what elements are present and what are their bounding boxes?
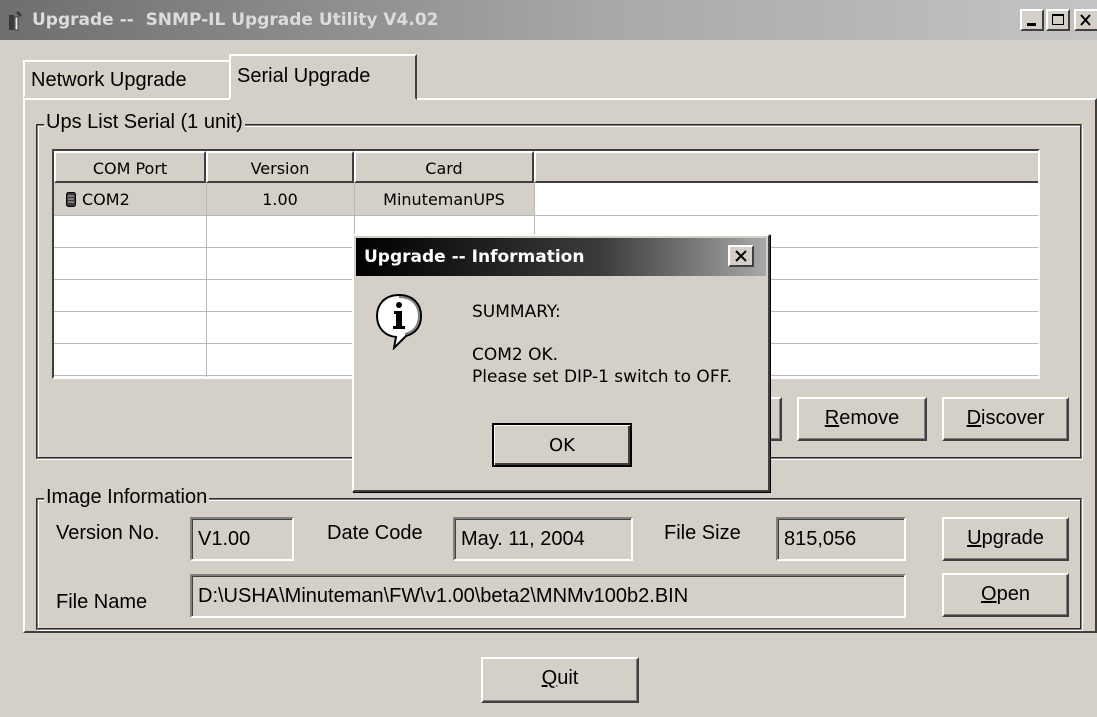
cell-card: MinutemanUPS <box>383 190 505 209</box>
image-info-group-title: Image Information <box>44 486 210 509</box>
column-header-version[interactable]: Version <box>206 151 354 183</box>
maximize-icon <box>1052 14 1064 25</box>
ok-button[interactable]: OK <box>492 423 632 467</box>
minimize-icon <box>1027 23 1036 26</box>
title-bar[interactable]: Upgrade -- SNMP-IL Upgrade Utility V4.02 <box>0 0 1097 40</box>
remove-hotkey: R <box>824 407 840 429</box>
app-icon <box>9 11 22 31</box>
quit-hotkey: Q <box>541 667 558 689</box>
discover-button[interactable]: Discover <box>942 397 1069 441</box>
remove-label: emove <box>839 407 900 429</box>
cell-version: 1.00 <box>262 190 298 209</box>
serial-device-icon <box>66 192 76 207</box>
column-header-empty[interactable] <box>534 151 1038 183</box>
upgrade-label: pgrade <box>981 527 1044 549</box>
table-row[interactable]: COM2 1.00 MinutemanUPS <box>54 183 534 215</box>
quit-label: uit <box>557 667 579 689</box>
version-field[interactable]: V1.00 <box>190 517 294 561</box>
tab-network-upgrade[interactable]: Network Upgrade <box>23 60 230 98</box>
dialog-title[interactable]: Upgrade -- Information <box>356 238 766 276</box>
dialog-close-button[interactable] <box>728 245 754 267</box>
discover-hotkey: D <box>966 407 982 429</box>
close-icon <box>735 250 747 262</box>
dialog-summary: SUMMARY: <box>472 302 561 322</box>
upgrade-button[interactable]: Upgrade <box>942 517 1069 561</box>
main-window: Upgrade -- SNMP-IL Upgrade Utility V4.02… <box>0 0 1097 717</box>
quit-button[interactable]: Quit <box>481 657 639 703</box>
file-name-field[interactable]: D:\USHA\Minuteman\FW\v1.00\beta2\MNMv100… <box>190 574 906 618</box>
file-size-label: File Size <box>664 522 741 544</box>
dialog-status: COM2 OK. <box>472 345 559 365</box>
maximize-button[interactable] <box>1046 9 1070 31</box>
info-icon <box>375 293 423 350</box>
upgrade-hotkey: U <box>967 527 982 549</box>
ups-list-group-title: Ups List Serial (1 unit) <box>44 111 245 134</box>
grid-line <box>206 183 207 377</box>
column-header-card[interactable]: Card <box>354 151 534 183</box>
file-size-field[interactable]: 815,056 <box>776 517 906 561</box>
cell-com-port: COM2 <box>82 190 130 209</box>
information-dialog: Upgrade -- Information SUMMARY: COM2 OK.… <box>352 234 770 492</box>
date-code-field[interactable]: May. 11, 2004 <box>453 517 633 561</box>
remove-button[interactable]: Remove <box>797 397 927 441</box>
open-hotkey: O <box>981 583 997 605</box>
discover-label: iscover <box>981 407 1045 429</box>
date-code-label: Date Code <box>327 522 423 544</box>
open-button[interactable]: Open <box>942 573 1069 617</box>
column-header-com-port[interactable]: COM Port <box>54 151 206 183</box>
version-label: Version No. <box>56 522 160 544</box>
dialog-instruction: Please set DIP-1 switch to OFF. <box>472 367 733 387</box>
tab-serial-upgrade[interactable]: Serial Upgrade <box>229 54 417 100</box>
list-header: COM Port Version Card <box>54 151 1038 183</box>
close-icon <box>1080 14 1091 26</box>
open-label: pen <box>996 583 1030 605</box>
minimize-button[interactable] <box>1020 9 1044 31</box>
file-name-label: File Name <box>56 591 148 613</box>
window-title: Upgrade -- SNMP-IL Upgrade Utility V4.02 <box>32 10 439 30</box>
close-button[interactable] <box>1074 9 1097 31</box>
grid-line <box>54 215 1038 216</box>
